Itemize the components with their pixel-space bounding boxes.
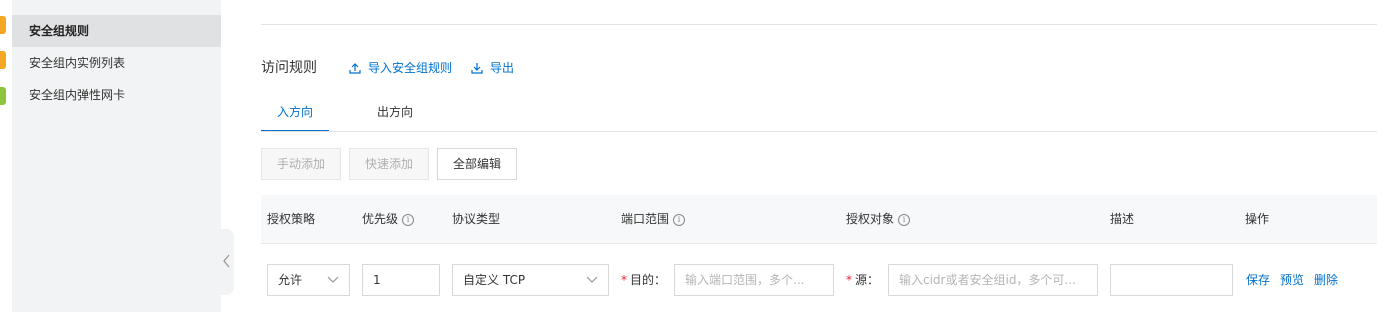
- header-actions: 操作: [1245, 195, 1269, 244]
- header-auth-object-label: 授权对象: [846, 212, 895, 226]
- app-icon-strip: [0, 0, 12, 312]
- header-description-label: 描述: [1110, 212, 1135, 226]
- policy-select[interactable]: 允许: [267, 264, 350, 296]
- header-port-range-label: 端口范围: [621, 212, 670, 226]
- header-actions-label: 操作: [1245, 212, 1270, 226]
- edit-all-button[interactable]: 全部编辑: [437, 148, 517, 180]
- delete-button[interactable]: 删除: [1314, 264, 1338, 296]
- rules-table-header: 授权策略 优先级 i 协议类型 端口范围 i 授权对象 i 描述 操作: [261, 195, 1377, 244]
- protocol-select[interactable]: 自定义 TCP: [452, 264, 609, 296]
- policy-value: 允许: [278, 273, 303, 287]
- port-range-placeholder: 输入端口范围，多个...: [685, 273, 805, 287]
- preview-button[interactable]: 预览: [1280, 264, 1304, 296]
- source-placeholder: 输入cidr或者安全组id，多个可...: [899, 273, 1076, 287]
- header-description: 描述: [1110, 195, 1134, 244]
- header-port-range: 端口范围 i: [621, 195, 686, 244]
- info-icon[interactable]: i: [673, 213, 686, 226]
- sidebar-item-security-group-rules[interactable]: 安全组规则: [12, 15, 221, 47]
- destination-label-text: 目的：: [630, 273, 667, 287]
- import-rules-button[interactable]: 导入安全组规则: [349, 59, 452, 76]
- sidebar: ⌃ 安全组规则 安全组内实例列表 安全组内弹性网卡: [12, 0, 221, 312]
- sidebar-item-label: 安全组内实例列表: [29, 56, 126, 70]
- source-label-text: 源：: [855, 273, 880, 287]
- header-policy: 授权策略: [267, 195, 315, 244]
- source-input[interactable]: 输入cidr或者安全组id，多个可...: [888, 264, 1098, 296]
- sidebar-item-enis[interactable]: 安全组内弹性网卡: [12, 79, 221, 111]
- sidebar-item-label: 安全组内弹性网卡: [29, 88, 126, 102]
- priority-value: 1: [373, 273, 381, 287]
- orange-tool-icon[interactable]: [0, 51, 6, 69]
- divider: [261, 24, 1377, 25]
- tab-outbound[interactable]: 出方向: [361, 96, 429, 132]
- save-button[interactable]: 保存: [1246, 264, 1270, 296]
- sidebar-collapse-handle[interactable]: [221, 229, 234, 295]
- chevron-left-icon: [223, 254, 230, 268]
- header-protocol: 协议类型: [452, 195, 500, 244]
- export-label: 导出: [490, 61, 515, 75]
- required-marker: *: [846, 273, 852, 287]
- header-priority-label: 优先级: [362, 212, 399, 226]
- chevron-down-icon[interactable]: ⌃: [121, 0, 129, 5]
- required-marker: *: [621, 273, 627, 287]
- section-title: 访问规则: [261, 60, 317, 76]
- header-auth-object: 授权对象 i: [846, 195, 911, 244]
- destination-label: * 目的：: [621, 264, 666, 296]
- protocol-value: 自定义 TCP: [463, 273, 526, 287]
- chevron-down-icon: [586, 276, 598, 283]
- import-rules-label: 导入安全组规则: [368, 61, 453, 75]
- tab-inbound[interactable]: 入方向: [261, 96, 329, 132]
- chevron-down-icon: [327, 276, 339, 283]
- quick-add-button[interactable]: 快速添加: [349, 148, 429, 180]
- sidebar-item-instances[interactable]: 安全组内实例列表: [12, 47, 221, 79]
- port-range-input[interactable]: 输入端口范围，多个...: [674, 264, 834, 296]
- info-icon[interactable]: i: [898, 213, 911, 226]
- description-input[interactable]: [1110, 264, 1233, 296]
- export-button[interactable]: 导出: [471, 59, 514, 76]
- info-icon[interactable]: i: [402, 213, 415, 226]
- orange-app-icon[interactable]: [0, 16, 6, 34]
- tabs-divider: [261, 131, 1377, 132]
- green-app-icon[interactable]: [0, 87, 6, 105]
- manual-add-button[interactable]: 手动添加: [261, 148, 341, 180]
- upload-icon: [349, 62, 361, 74]
- download-icon: [471, 62, 483, 74]
- sidebar-item-label: 安全组规则: [29, 24, 90, 38]
- source-label: * 源：: [846, 264, 879, 296]
- header-protocol-label: 协议类型: [452, 212, 501, 226]
- header-policy-label: 授权策略: [267, 212, 316, 226]
- priority-input[interactable]: 1: [362, 264, 440, 296]
- header-priority: 优先级 i: [362, 195, 415, 244]
